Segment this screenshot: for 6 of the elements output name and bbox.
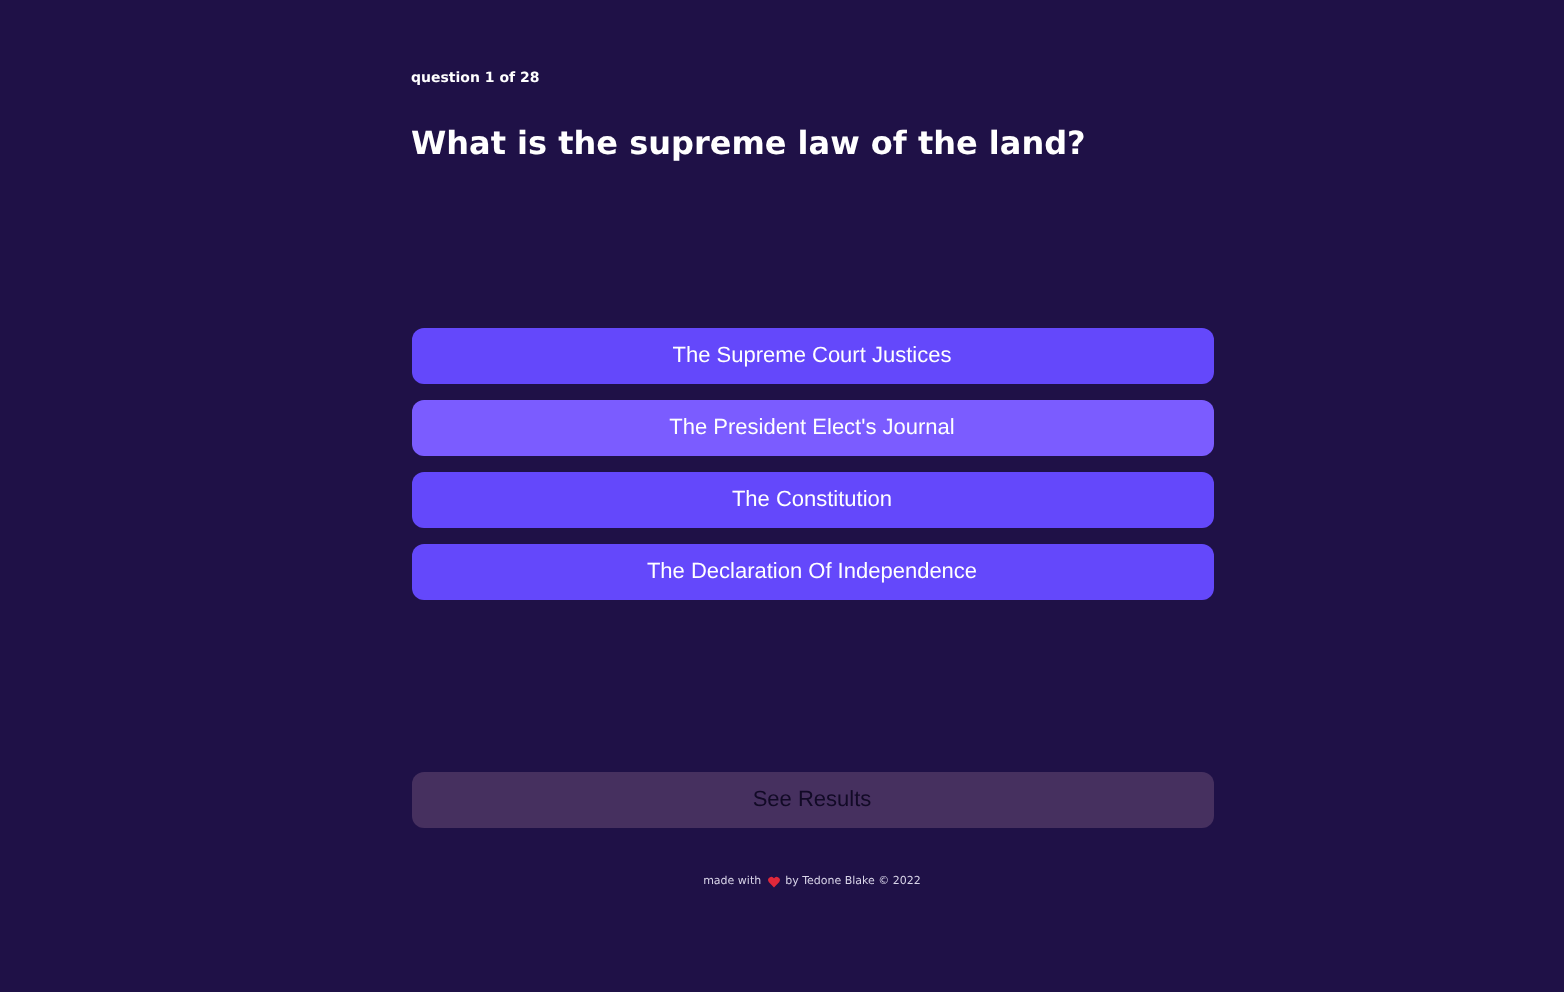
answer-button[interactable]: The Constitution [411, 472, 1213, 528]
heart-icon [767, 876, 780, 888]
answer-button[interactable]: The President Elect's Journal [411, 400, 1213, 456]
question-title: What is the supreme law of the land? [411, 124, 1088, 164]
answer-button[interactable]: The Supreme Court Justices [411, 328, 1213, 384]
answer-button[interactable]: The Declaration Of Independence [411, 544, 1213, 600]
